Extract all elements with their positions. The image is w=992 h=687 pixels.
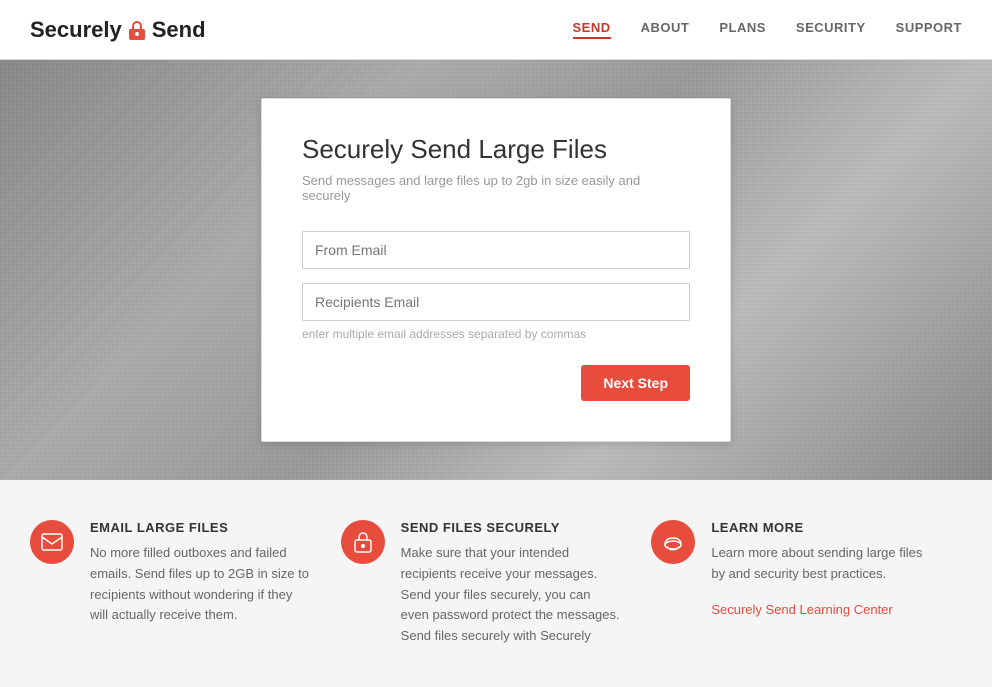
next-step-button[interactable]: Next Step — [581, 365, 690, 401]
nav-send[interactable]: SEND — [573, 20, 611, 39]
feature-secure-content: SEND FILES SECURELY Make sure that your … — [401, 520, 622, 647]
lock-icon — [126, 19, 148, 41]
card-subtitle: Send messages and large files up to 2gb … — [302, 173, 690, 203]
secure-icon — [341, 520, 385, 564]
feature-learn-body: Learn more about sending large files by … — [711, 543, 932, 585]
nav-security[interactable]: SECURITY — [796, 20, 866, 39]
from-email-input[interactable] — [302, 231, 690, 269]
email-hint: enter multiple email addresses separated… — [302, 327, 690, 341]
brand-text-part1: Securely — [30, 17, 122, 43]
feature-email-body: No more filled outboxes and failed email… — [90, 543, 311, 626]
hero-section: Securely Send Large Files Send messages … — [0, 60, 992, 480]
feature-secure-title: SEND FILES SECURELY — [401, 520, 622, 535]
feature-learn: LEARN MORE Learn more about sending larg… — [651, 520, 962, 647]
learn-icon — [651, 520, 695, 564]
brand-text-part2: Send — [152, 17, 206, 43]
nav-plans[interactable]: PLANS — [719, 20, 766, 39]
brand-logo: Securely Send — [30, 17, 206, 43]
feature-learn-content: LEARN MORE Learn more about sending larg… — [711, 520, 932, 647]
header: Securely Send SEND ABOUT PLANS SECURITY … — [0, 0, 992, 60]
feature-email-content: EMAIL LARGE FILES No more filled outboxe… — [90, 520, 311, 647]
feature-email: EMAIL LARGE FILES No more filled outboxe… — [30, 520, 341, 647]
email-icon — [30, 520, 74, 564]
nav-support[interactable]: SUPPORT — [896, 20, 962, 39]
feature-secure: SEND FILES SECURELY Make sure that your … — [341, 520, 652, 647]
card-title: Securely Send Large Files — [302, 134, 690, 165]
feature-secure-body: Make sure that your intended recipients … — [401, 543, 622, 647]
features-section: EMAIL LARGE FILES No more filled outboxe… — [0, 480, 992, 687]
feature-email-title: EMAIL LARGE FILES — [90, 520, 311, 535]
send-card: Securely Send Large Files Send messages … — [261, 98, 731, 442]
feature-learn-title: LEARN MORE — [711, 520, 932, 535]
nav-about[interactable]: ABOUT — [641, 20, 690, 39]
main-nav: SEND ABOUT PLANS SECURITY SUPPORT — [573, 20, 962, 39]
recipients-email-input[interactable] — [302, 283, 690, 321]
learn-more-link[interactable]: Securely Send Learning Center — [711, 602, 892, 617]
